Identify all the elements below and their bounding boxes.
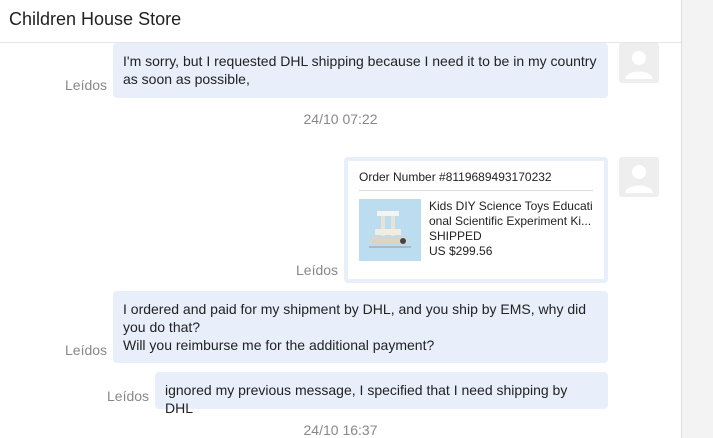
chat-window: Children House Store Leídos I'm sorry, b… — [0, 0, 713, 438]
read-status: Leídos — [296, 262, 339, 278]
side-panel — [681, 0, 713, 438]
message-line: ignored my previous message, I specified… — [165, 382, 568, 416]
message-list[interactable]: Leídos I'm sorry, but I requested DHL sh… — [0, 43, 681, 438]
order-card-body: Order Number #8119689493170232 Kids DIY … — [348, 161, 604, 279]
user-avatar-icon[interactable] — [619, 157, 659, 197]
timestamp: 24/10 16:37 — [303, 422, 378, 438]
message-line: I ordered and paid for my shipment by DH… — [123, 301, 587, 317]
order-status: SHIPPED — [429, 229, 482, 243]
message-bubble[interactable]: I ordered and paid for my shipment by DH… — [113, 291, 608, 363]
chat-header: Children House Store — [0, 0, 681, 43]
order-card[interactable]: Order Number #8119689493170232 Kids DIY … — [344, 157, 608, 283]
product-title: Kids DIY Science Toys Educati — [429, 199, 593, 213]
read-status: Leídos — [65, 342, 108, 358]
divider — [359, 190, 593, 191]
message-line: I'm sorry, but I requested DHL shipping … — [123, 53, 597, 69]
store-name: Children House Store — [9, 9, 182, 29]
message-bubble[interactable]: ignored my previous message, I specified… — [155, 372, 608, 416]
read-status: Leídos — [65, 77, 108, 93]
order-number[interactable]: Order Number #8119689493170232 — [359, 170, 552, 184]
order-price: US $299.56 — [429, 244, 493, 258]
message-line: Will you reimburse me for the additional… — [123, 337, 435, 353]
timestamp: 24/10 07:22 — [303, 111, 378, 127]
message-line: as soon as possible, — [123, 71, 250, 87]
product-info[interactable]: Kids DIY Science Toys Educati onal Scien… — [429, 199, 599, 259]
product-title: onal Scientific Experiment Ki... — [429, 214, 592, 228]
product-thumbnail-icon[interactable] — [359, 199, 421, 261]
read-status: Leídos — [107, 388, 150, 404]
message-line: you do that? — [123, 319, 201, 335]
message-bubble[interactable]: I'm sorry, but I requested DHL shipping … — [113, 43, 608, 98]
user-avatar-icon[interactable] — [619, 43, 659, 83]
